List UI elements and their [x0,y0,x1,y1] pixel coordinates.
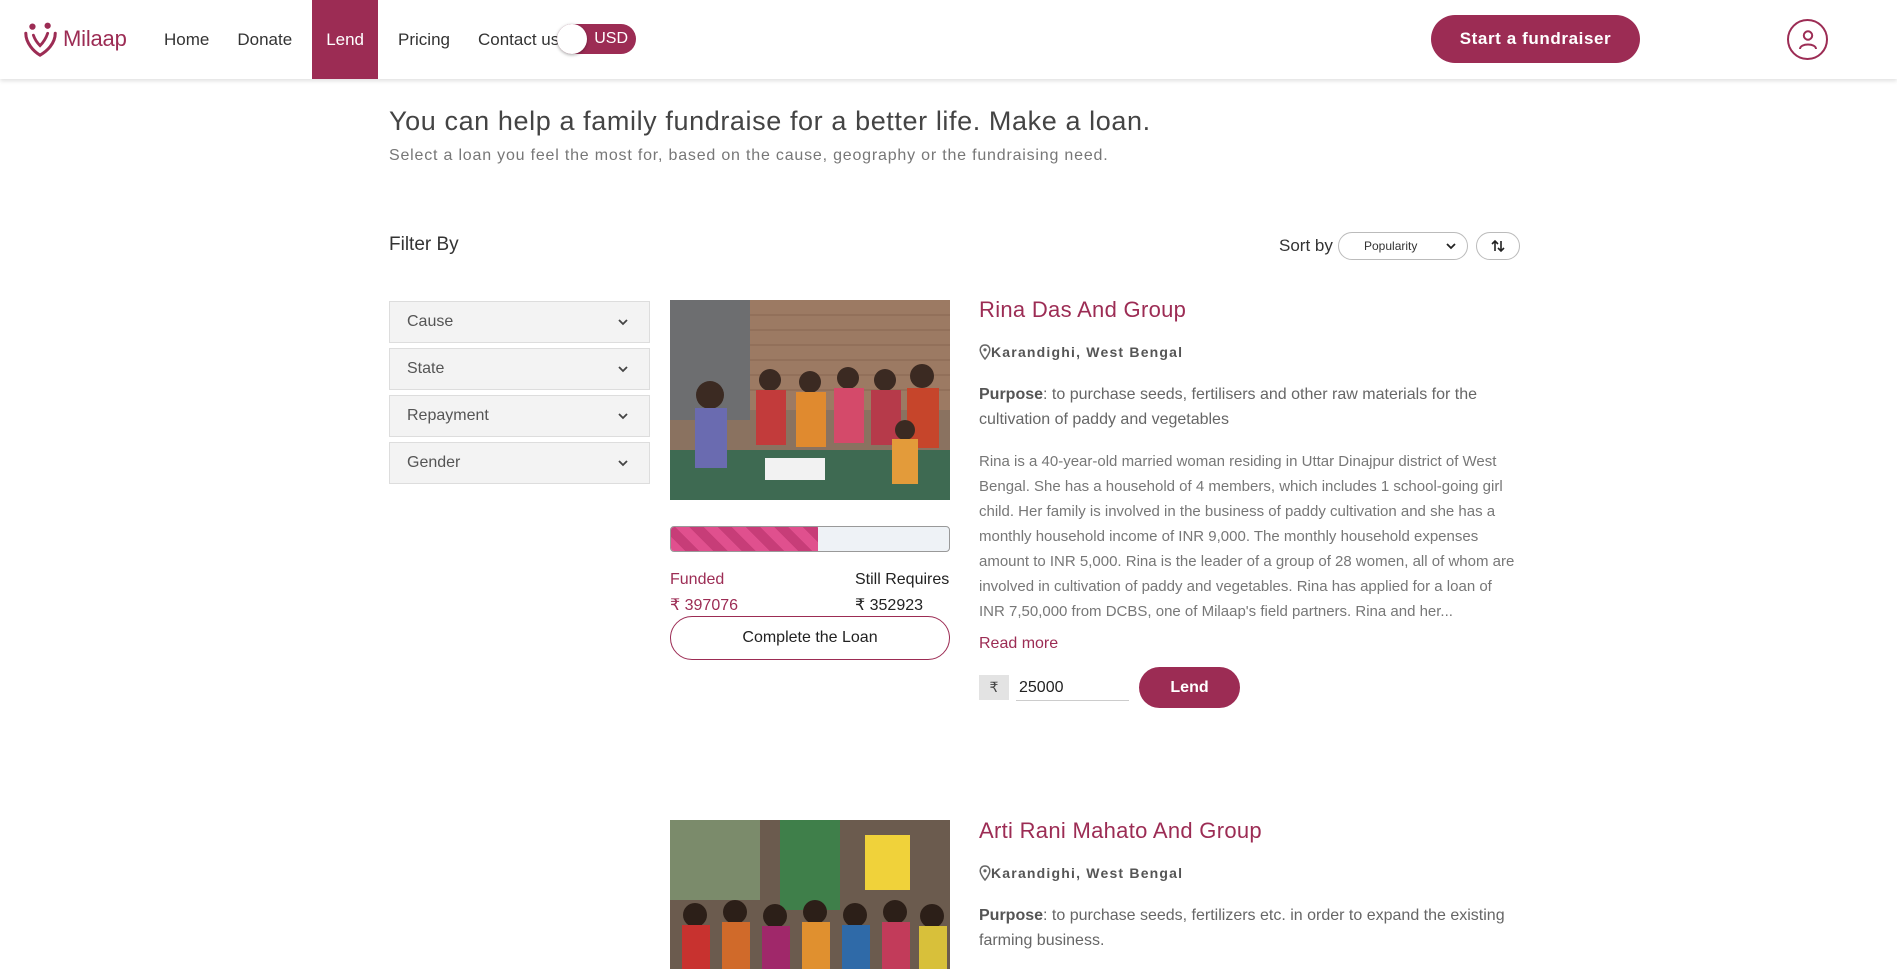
currency-toggle[interactable]: USD [557,24,636,54]
user-account-icon[interactable] [1787,19,1828,60]
purpose-text: : to purchase seeds, fertilisers and oth… [979,386,1477,428]
toggle-knob [557,24,587,54]
loan-photo-arti-rani[interactable] [670,820,950,969]
page-headline: You can help a family fundraise for a be… [389,106,1151,136]
loan-purpose: Purpose: to purchase seeds, fertilizers … [979,903,1519,953]
chevron-down-icon [1446,243,1456,250]
group-photo-image [670,820,950,969]
funding-progress-fill [671,527,819,551]
sort-by-label: Sort by [1279,236,1333,255]
chevron-down-icon [618,366,628,373]
nav-home[interactable]: Home [150,0,223,79]
filter-label: Gender [407,454,461,471]
chevron-down-icon [618,413,628,420]
sort-arrows-icon [1491,239,1505,253]
loan-purpose: Purpose: to purchase seeds, fertilisers … [979,382,1519,432]
filter-label: Repayment [407,407,489,424]
sort-selected-value: Popularity [1364,239,1418,253]
chevron-down-icon [618,460,628,467]
purpose-label: Purpose [979,907,1044,924]
group-photo-image [670,300,950,500]
location-text: Karandighi, West Bengal [991,865,1184,881]
loan-location: Karandighi, West Bengal [979,865,1183,881]
filter-label: Cause [407,313,454,330]
lend-amount-input[interactable] [1016,675,1129,701]
milaap-logo-icon [24,22,57,57]
purpose-label: Purpose [979,386,1044,403]
still-requires-label: Still Requires [855,571,950,588]
loan-location: Karandighi, West Bengal [979,344,1183,360]
filter-by-title: Filter By [389,234,459,255]
location-text: Karandighi, West Bengal [991,344,1184,360]
logo-text: Milaap [63,26,127,51]
funded-label: Funded [670,571,725,588]
complete-loan-button[interactable]: Complete the Loan [670,616,950,660]
milaap-logo[interactable]: Milaap [22,20,127,58]
page-subheadline: Select a loan you feel the most for, bas… [389,147,1109,164]
loan-story: Rina is a 40-year-old married woman resi… [979,453,1515,620]
funded-amount: ₹ 397076 [670,597,739,614]
main-nav: Home Donate Lend Pricing Contact us [150,0,573,79]
site-header: Milaap Home Donate Lend Pricing Contact … [0,0,1897,79]
nav-donate[interactable]: Donate [223,0,306,79]
loan-photo-rina-das[interactable] [670,300,950,500]
rupee-currency-icon: ₹ [979,675,1009,700]
currency-label: USD [594,30,628,47]
filter-repayment[interactable]: Repayment [389,395,650,437]
loan-title[interactable]: Arti Rani Mahato And Group [979,818,1262,844]
nav-pricing[interactable]: Pricing [384,0,464,79]
funding-progress-bar [670,526,950,552]
start-fundraiser-button[interactable]: Start a fundraiser [1431,15,1640,63]
sort-order-toggle[interactable] [1476,232,1520,260]
purpose-text: : to purchase seeds, fertilizers etc. in… [979,907,1505,949]
still-requires-amount: ₹ 352923 [855,597,924,614]
filter-gender[interactable]: Gender [389,442,650,484]
sort-select[interactable]: Popularity [1338,232,1468,260]
map-pin-icon [979,344,991,360]
read-more-link[interactable]: Read more [979,635,1058,653]
filter-state[interactable]: State [389,348,650,390]
nav-lend[interactable]: Lend [312,0,379,79]
chevron-down-icon [618,319,628,326]
filter-cause[interactable]: Cause [389,301,650,343]
loan-title[interactable]: Rina Das And Group [979,297,1186,323]
lend-button[interactable]: Lend [1139,667,1240,708]
map-pin-icon [979,865,991,881]
filter-label: State [407,360,445,377]
user-icon [1798,29,1817,49]
